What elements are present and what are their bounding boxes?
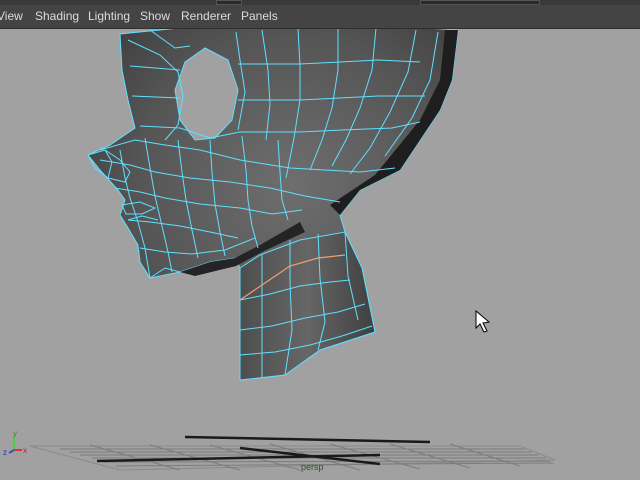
menu-renderer[interactable]: Renderer bbox=[181, 9, 231, 23]
menu-view[interactable]: View bbox=[0, 9, 23, 23]
axis-x-label: x bbox=[23, 446, 27, 455]
perspective-viewport[interactable]: y x z persp bbox=[0, 29, 640, 480]
menu-show[interactable]: Show bbox=[140, 9, 170, 23]
menu-shading[interactable]: Shading bbox=[35, 9, 79, 23]
axis-z-label: z bbox=[3, 448, 7, 457]
menu-lighting[interactable]: Lighting bbox=[88, 9, 130, 23]
menu-panels[interactable]: Panels bbox=[241, 9, 278, 23]
axis-z-line bbox=[8, 449, 15, 454]
camera-name-label: persp bbox=[301, 462, 324, 472]
panel-menu-bar: View Shading Lighting Show Renderer Pane… bbox=[0, 5, 640, 29]
viewport-canvas[interactable]: y x z bbox=[0, 29, 640, 480]
mouse-cursor-icon bbox=[475, 309, 491, 333]
axis-y-label: y bbox=[13, 429, 17, 438]
head-mesh[interactable] bbox=[87, 29, 459, 381]
view-axis-indicator: y x z bbox=[3, 429, 27, 457]
